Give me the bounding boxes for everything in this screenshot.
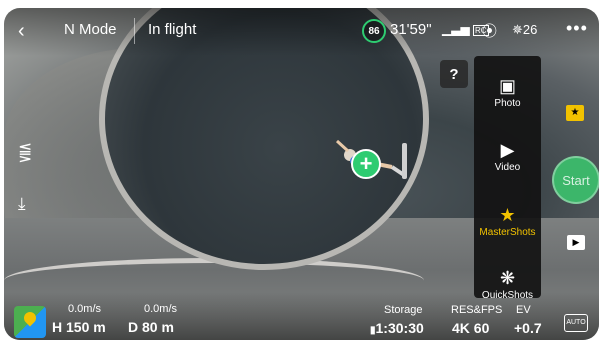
storage-value[interactable]: ▮1:30:30 bbox=[370, 320, 424, 336]
menu-item-video[interactable]: ▶ Video bbox=[474, 138, 541, 173]
auto-label: AUTO bbox=[566, 319, 586, 326]
help-button[interactable]: ? bbox=[440, 60, 468, 88]
resfps-label: RES&FPS bbox=[451, 304, 503, 316]
gps-indicator[interactable]: ✵26 bbox=[512, 22, 537, 38]
storage-label: Storage bbox=[384, 304, 423, 316]
vertical-speed: 0.0m/s bbox=[144, 303, 178, 315]
header-divider bbox=[134, 18, 135, 44]
playback-icon[interactable]: ▶ bbox=[567, 235, 585, 250]
height-readout: H 150 m bbox=[52, 319, 106, 335]
camera-auto-icon[interactable]: AUTO bbox=[564, 314, 588, 332]
start-button[interactable]: Start bbox=[552, 156, 599, 204]
flight-time: 31'59" bbox=[390, 21, 432, 38]
battery-indicator[interactable]: 86 bbox=[362, 19, 386, 43]
video-camera-icon: ▶ bbox=[500, 140, 515, 160]
menu-item-quickshots[interactable]: ❋ QuickShots bbox=[474, 266, 541, 298]
back-chevron-icon[interactable]: ‹ bbox=[18, 20, 25, 43]
menu-item-label: MasterShots bbox=[479, 227, 536, 238]
more-dots-icon[interactable]: ••• bbox=[566, 18, 588, 39]
horizontal-speed: 0.0m/s bbox=[68, 303, 102, 315]
film-reel-icon: ❋ bbox=[499, 268, 516, 288]
ev-label: EV bbox=[516, 304, 531, 316]
mastershots-mode-icon[interactable]: ★ bbox=[566, 105, 584, 121]
menu-item-mastershots[interactable]: ★ MasterShots bbox=[474, 203, 541, 238]
menu-item-label: QuickShots bbox=[481, 290, 534, 298]
return-to-home-icon[interactable]: ⤓ bbox=[18, 194, 26, 214]
menu-item-label: Video bbox=[494, 162, 521, 173]
satellite-count: 26 bbox=[522, 22, 538, 37]
signal-bars-icon: ▁▃▅ bbox=[442, 22, 470, 36]
start-label: Start bbox=[562, 172, 590, 188]
storage-time: 1:30:30 bbox=[375, 320, 424, 336]
menu-item-label: Photo bbox=[494, 98, 521, 109]
obstacle-sensing-icon[interactable]: ⦿ bbox=[482, 20, 497, 41]
help-label: ? bbox=[449, 65, 459, 83]
satellite-icon: ✵ bbox=[512, 22, 523, 37]
camera-view[interactable]: ‹ N Mode In flight 86 31'59" ▁▃▅ RC ⦿ ✵2… bbox=[4, 8, 599, 340]
ev-value[interactable]: +0.7 bbox=[514, 320, 542, 336]
resfps-value[interactable]: 4K 60 bbox=[452, 320, 489, 336]
subject-target-icon[interactable]: + bbox=[351, 149, 381, 179]
flight-status[interactable]: In flight bbox=[148, 21, 196, 38]
distance-readout: D 80 m bbox=[128, 319, 174, 335]
map-pin-icon bbox=[21, 309, 39, 327]
map-icon[interactable] bbox=[14, 306, 46, 338]
mastershots-icon: ★ bbox=[499, 205, 516, 225]
shot-mode-menu: ▣ Photo ▶ Video ★ MasterShots ❋ QuickSho… bbox=[474, 56, 541, 298]
route-icon[interactable]: ⪋ bbox=[18, 142, 32, 162]
camera-icon: ▣ bbox=[498, 76, 516, 96]
battery-percent: 86 bbox=[368, 25, 380, 37]
flight-mode[interactable]: N Mode bbox=[64, 21, 117, 38]
menu-item-photo[interactable]: ▣ Photo bbox=[474, 74, 541, 109]
